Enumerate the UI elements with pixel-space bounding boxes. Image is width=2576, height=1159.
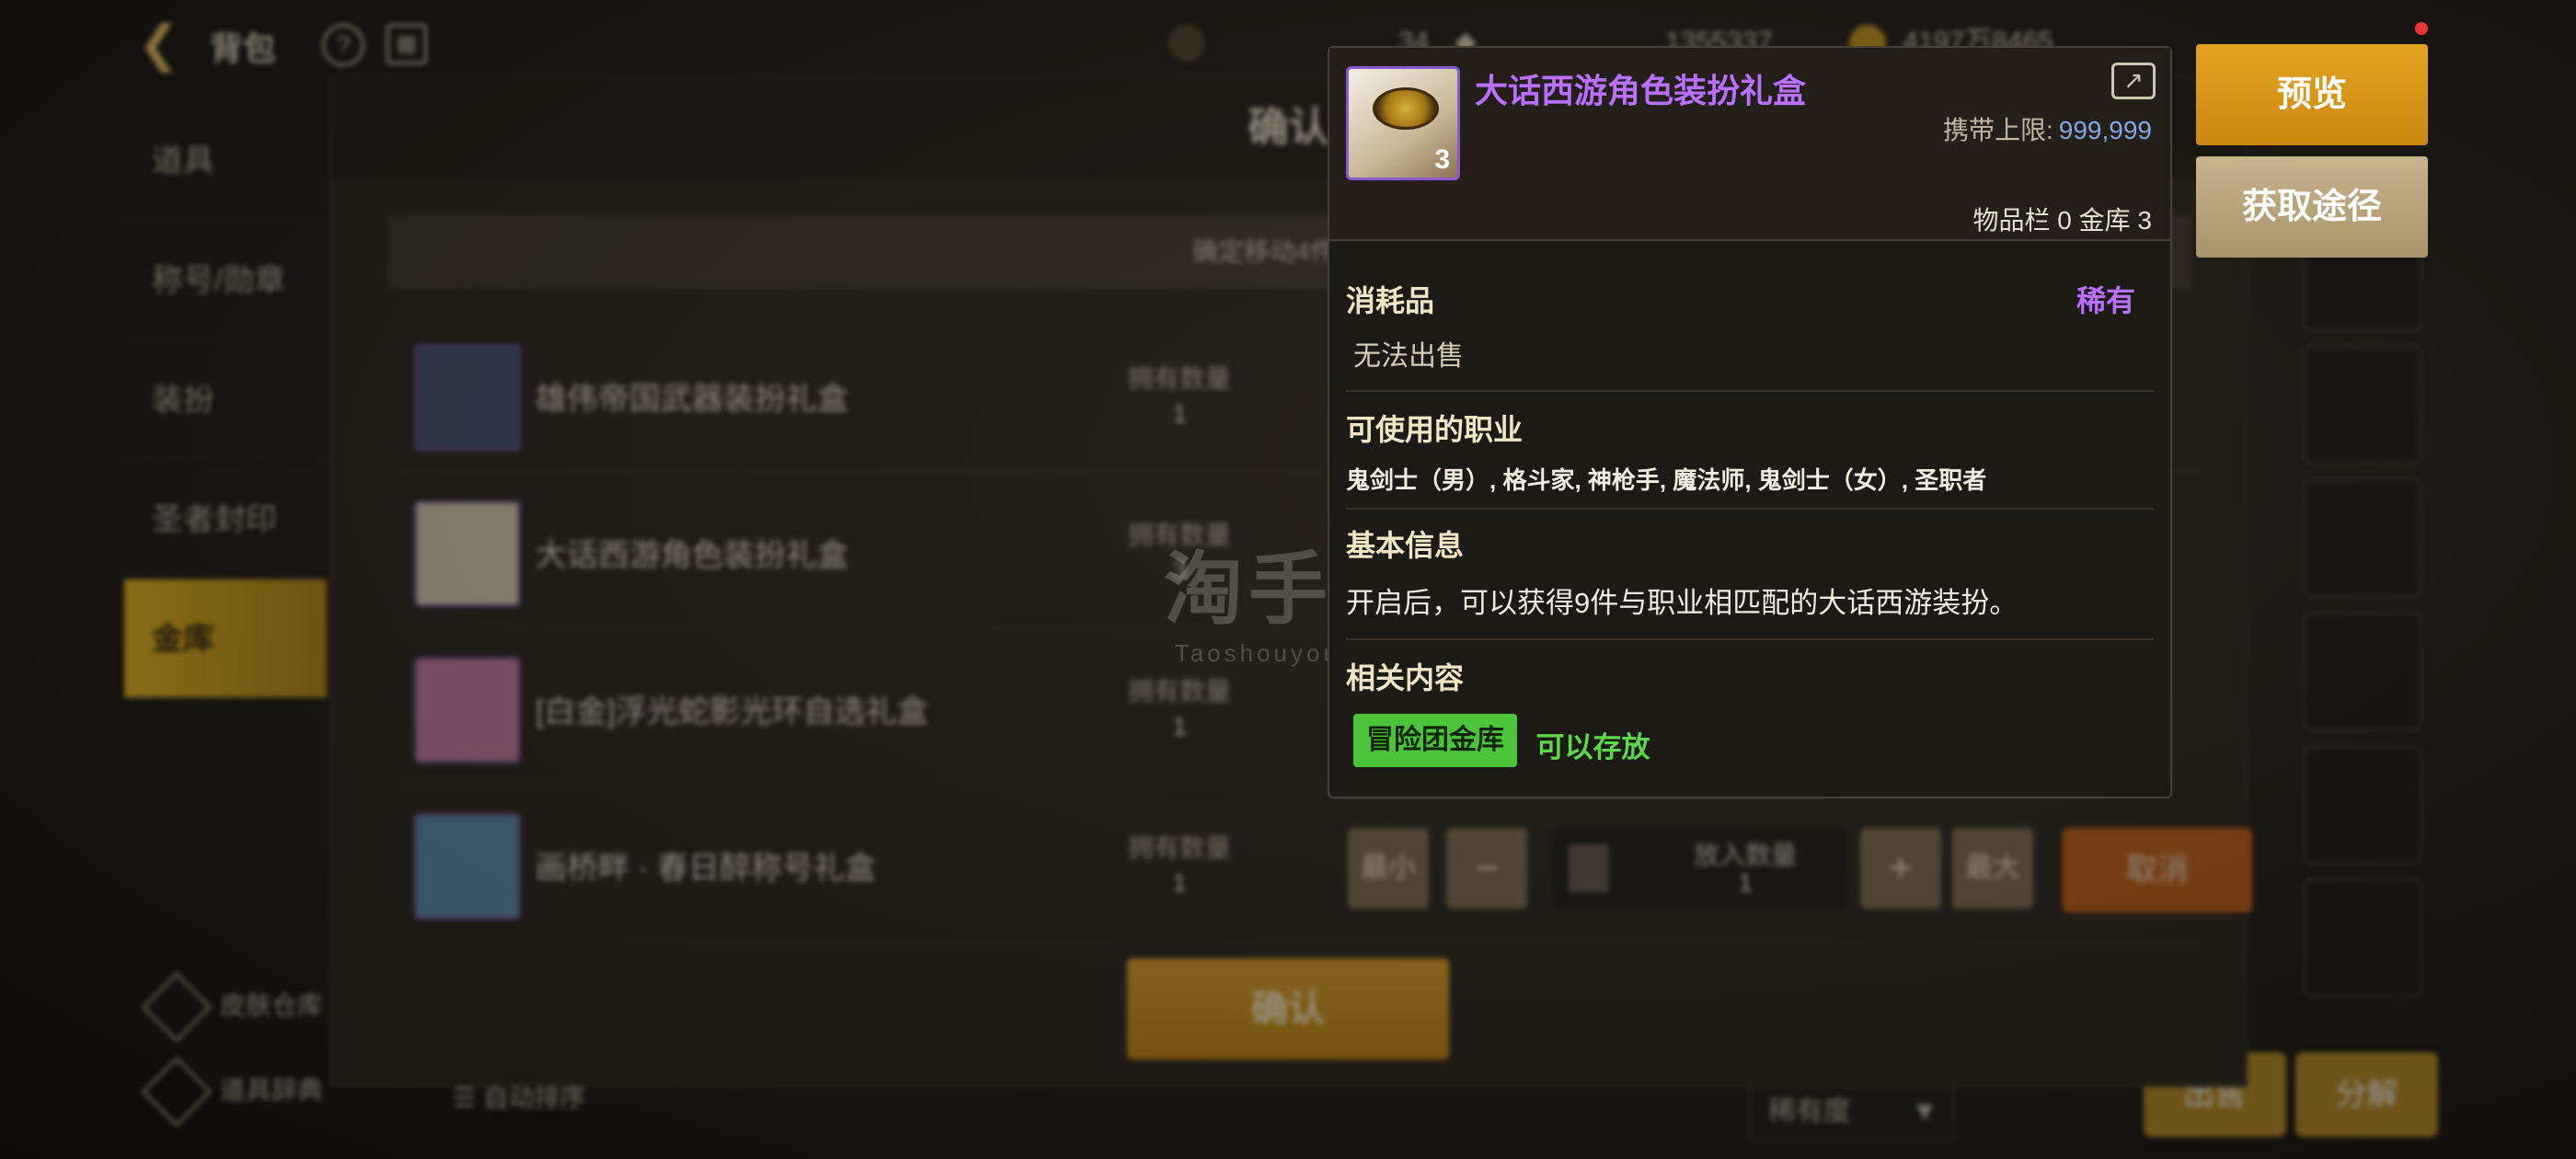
help-icon[interactable]: ? xyxy=(322,24,364,66)
chevron-down-icon: ▼ xyxy=(1911,1096,1938,1127)
sidebar-item-titles[interactable]: 称号/勋章 xyxy=(124,221,327,340)
item-dict-label: 道具辞典 xyxy=(220,1075,324,1105)
notification-dot xyxy=(2415,22,2428,35)
divider xyxy=(1346,638,2154,640)
sort-icon: ☰ xyxy=(453,1084,483,1112)
top-bar: ❮ 背包 ? ▦ 34 ◆ 1355337 4197万8465 xyxy=(0,0,2576,85)
carry-label: 携带上限: xyxy=(1943,116,2053,144)
item-category: 消耗品 xyxy=(1346,284,1435,317)
inventory-slot[interactable] xyxy=(2303,612,2422,731)
related-title: 相关内容 xyxy=(1346,661,1465,694)
jobs-section: 可使用的职业 鬼剑士（男）, 格斗家, 神枪手, 魔法师, 鬼剑士（女）, 圣职… xyxy=(1346,407,2154,496)
item-tooltip: 3 大话西游角色装扮礼盒 ↗ 携带上限: 999,999 物品栏 0 金库 3 消… xyxy=(1328,46,2172,798)
inventory-slot[interactable] xyxy=(2303,478,2422,598)
basic-info-title: 基本信息 xyxy=(1346,529,1465,562)
disassemble-button[interactable]: 分解 xyxy=(2295,1052,2438,1137)
item-name: 雄伟帝国武器装扮礼盒 xyxy=(535,382,848,417)
divider xyxy=(1346,390,2154,392)
inventory-slot[interactable] xyxy=(2303,345,2422,465)
storage-info: 物品栏 0 金库 3 xyxy=(1972,206,2152,235)
quantity-value: 1 xyxy=(1738,868,1753,897)
quantity-field[interactable]: 放入数量 1 xyxy=(1552,828,1846,909)
category-row: 消耗品 稀有 xyxy=(1346,278,2154,320)
share-icon[interactable]: ↗ xyxy=(2111,63,2156,99)
own-label: 拥有数量 xyxy=(1127,833,1231,862)
table-row: 画桥畔 · 春日醉称号礼盒 拥有数量 1 最小 − 放入数量 1 + 最大 取消 xyxy=(397,786,2252,942)
adventure-vault-tag[interactable]: 冒险团金库 xyxy=(1353,714,1517,767)
back-arrow-icon[interactable]: ❮ xyxy=(138,18,193,70)
inventory-slot[interactable] xyxy=(2303,745,2422,865)
cancel-button[interactable]: 取消 xyxy=(2063,828,2252,912)
emblem-icon xyxy=(1373,87,1439,130)
own-value: 1 xyxy=(1172,399,1187,428)
sort-select-value: 稀有度 xyxy=(1768,1096,1851,1127)
auto-sort-label: 自动排序 xyxy=(482,1084,586,1112)
basic-info-desc: 开启后，可以获得9件与职业相匹配的大话西游装扮。 xyxy=(1346,587,2018,619)
calendar-icon[interactable]: ▦ xyxy=(386,24,427,64)
sidebar-item-avatar[interactable]: 装扮 xyxy=(124,340,327,460)
inventory-slot[interactable] xyxy=(2303,878,2422,998)
minus-button[interactable]: − xyxy=(1446,828,1527,909)
calculator-icon xyxy=(1569,844,1609,892)
sell-status: 无法出售 xyxy=(1346,333,2154,373)
item-count: 3 xyxy=(1434,144,1450,175)
sidebar: 道具 称号/勋章 装扮 圣者封印 金库 xyxy=(124,101,327,699)
tooltip-header: 3 大话西游角色装扮礼盒 ↗ 携带上限: 999,999 物品栏 0 金库 3 xyxy=(1329,48,2170,241)
max-button[interactable]: 最大 xyxy=(1952,828,2033,909)
page-title: 背包 xyxy=(210,29,277,67)
item-title: 大话西游角色装扮礼盒 xyxy=(1475,72,1807,109)
jobs-list: 鬼剑士（男）, 格斗家, 神枪手, 魔法师, 鬼剑士（女）, 圣职者 xyxy=(1346,466,1987,494)
item-thumbnail xyxy=(414,813,521,920)
item-rarity: 稀有 xyxy=(2076,284,2135,317)
skin-storage-icon xyxy=(141,971,213,1043)
sidebar-item-seal[interactable]: 圣者封印 xyxy=(124,460,327,580)
item-name: [白金]浮光蛇影光环自选礼盒 xyxy=(535,694,928,729)
coin-icon xyxy=(1168,25,1205,63)
plus-button[interactable]: + xyxy=(1860,828,1941,909)
own-label: 拥有数量 xyxy=(1127,677,1231,706)
preview-button[interactable]: 预览 xyxy=(2196,44,2428,145)
skin-storage-link[interactable]: 皮肤仓库 xyxy=(141,971,324,1043)
item-name: 大话西游角色装扮礼盒 xyxy=(535,538,848,573)
item-dict-link[interactable]: 道具辞典 xyxy=(141,1056,324,1128)
related-row: 冒险团金库 可以存放 xyxy=(1346,714,2154,767)
own-label: 拥有数量 xyxy=(1127,364,1231,393)
carry-value: 999,999 xyxy=(2058,116,2152,144)
item-thumbnail xyxy=(414,500,521,607)
currency-slot-1 xyxy=(1168,20,1214,64)
auto-sort-toggle[interactable]: ☰ 自动排序 xyxy=(453,1078,586,1115)
get-source-button[interactable]: 获取途径 xyxy=(2196,156,2428,258)
sidebar-item-items[interactable]: 道具 xyxy=(124,101,327,221)
related-section: 相关内容 冒险团金库 可以存放 xyxy=(1346,655,2154,767)
item-thumbnail xyxy=(414,344,521,451)
carry-limit: 携带上限: 999,999 xyxy=(1943,110,2152,147)
item-name: 画桥畔 · 春日醉称号礼盒 xyxy=(535,851,877,886)
skin-storage-label: 皮肤仓库 xyxy=(220,991,324,1020)
own-value: 1 xyxy=(1172,868,1187,897)
item-thumbnail xyxy=(414,657,521,763)
basic-info-section: 基本信息 开启后，可以获得9件与职业相匹配的大话西游装扮。 xyxy=(1346,522,2154,621)
divider xyxy=(1346,508,2154,510)
sell-status-text: 无法出售 xyxy=(1353,341,1464,372)
confirm-button[interactable]: 确认 xyxy=(1127,958,1449,1060)
item-dict-icon xyxy=(141,1056,213,1128)
jobs-title: 可使用的职业 xyxy=(1346,413,1524,446)
min-button[interactable]: 最小 xyxy=(1348,828,1429,909)
sidebar-item-vault[interactable]: 金库 xyxy=(124,580,327,699)
quantity-label: 放入数量 xyxy=(1693,841,1797,869)
gift-box-icon: 3 xyxy=(1346,66,1460,180)
storable-note: 可以存放 xyxy=(1535,731,1650,764)
rarity-sort-select[interactable]: 稀有度 ▼ xyxy=(1748,1082,1955,1142)
own-value: 1 xyxy=(1172,712,1187,740)
